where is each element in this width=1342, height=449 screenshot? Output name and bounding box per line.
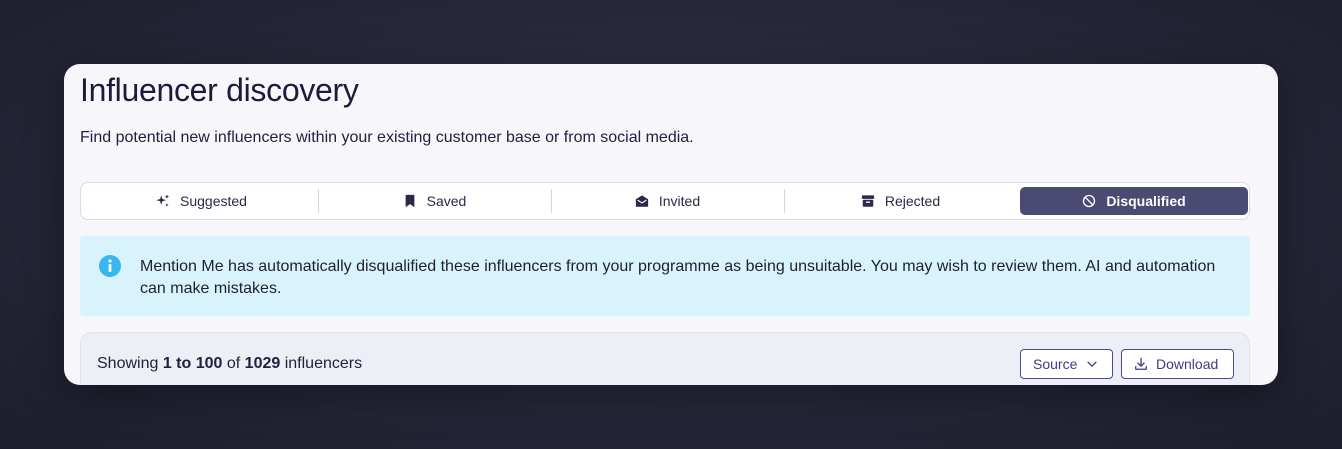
tab-label: Rejected <box>884 193 941 209</box>
page-subtitle: Find potential new influencers within yo… <box>80 129 694 146</box>
tab-saved[interactable]: Saved <box>318 187 551 215</box>
showing-range: 1 to 100 <box>162 355 223 372</box>
bookmark-icon <box>405 194 415 208</box>
tab-suggested[interactable]: Suggested <box>85 187 318 215</box>
showing-of: of <box>226 355 241 372</box>
tab-disqualified[interactable]: Disqualified <box>1020 187 1248 215</box>
tab-bar: Suggested Saved Invited Rejected Disqual… <box>80 182 1250 220</box>
download-icon <box>1135 357 1147 370</box>
tab-label: Suggested <box>180 193 247 209</box>
info-banner-text: Mention Me has automatically disqualifie… <box>140 258 1216 297</box>
sparkle-icon <box>156 194 170 207</box>
source-button-label: Source <box>1033 356 1078 372</box>
download-button-label: Download <box>1156 356 1219 372</box>
page-title: Influencer discovery <box>80 72 359 108</box>
results-toolbar: Showing 1 to 100 of 1029 influencers Sou… <box>80 332 1250 385</box>
tab-label: Invited <box>658 193 701 209</box>
results-count: Showing 1 to 100 of 1029 influencers <box>97 355 362 373</box>
showing-total: 1029 <box>244 355 281 372</box>
showing-suffix: influencers <box>284 355 363 372</box>
archive-icon <box>861 195 874 207</box>
download-button[interactable]: Download <box>1121 349 1234 379</box>
info-banner: Mention Me has automatically disqualifie… <box>80 236 1250 316</box>
tab-label: Saved <box>426 193 467 209</box>
tab-label: Disqualified <box>1106 193 1186 209</box>
tab-invited[interactable]: Invited <box>551 187 784 215</box>
ban-icon <box>1083 194 1096 208</box>
showing-prefix: Showing <box>97 355 159 372</box>
influencer-discovery-panel: Influencer discovery Find potential new … <box>64 64 1278 385</box>
info-icon <box>99 255 121 277</box>
chevron-down-icon <box>1087 361 1097 367</box>
source-filter-button[interactable]: Source <box>1020 349 1113 379</box>
envelope-icon <box>635 195 648 207</box>
tab-rejected[interactable]: Rejected <box>784 187 1017 215</box>
